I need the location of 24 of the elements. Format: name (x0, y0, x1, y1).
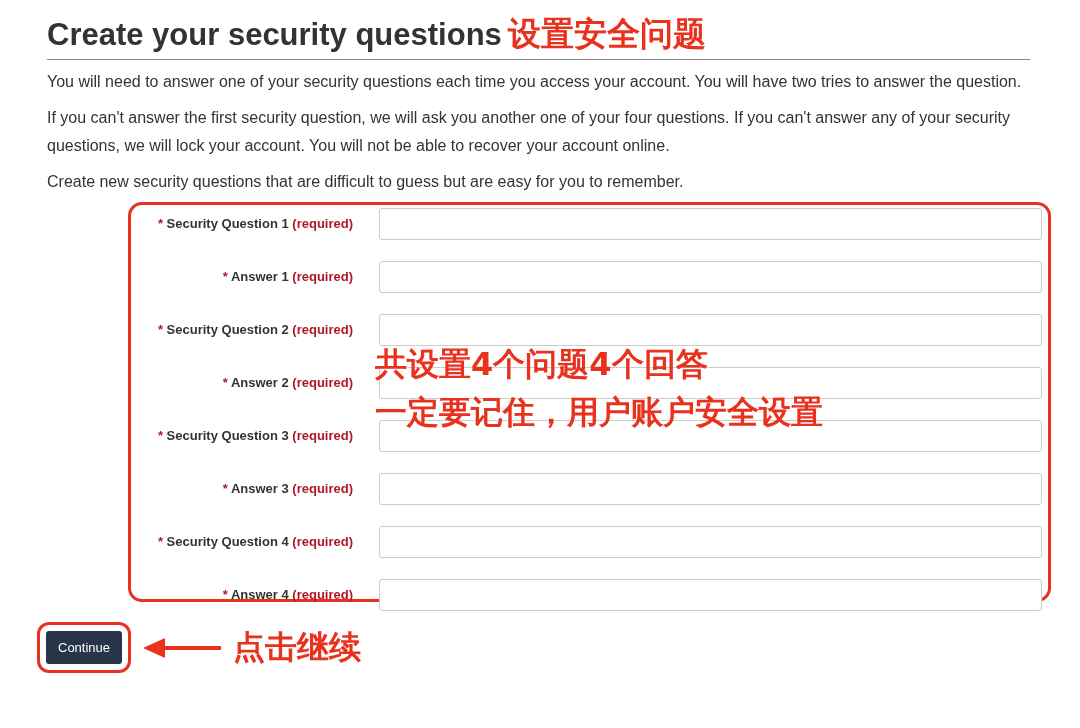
input-field[interactable] (379, 579, 1042, 611)
annotation-text: 点击继续 (233, 626, 362, 668)
field-label: * Security Question 2 (required) (156, 321, 353, 339)
annotation-text: 一定要记住，用户账户安全设置 (375, 392, 823, 433)
continue-button[interactable]: Continue (46, 631, 123, 664)
page-heading: Create your security questions (47, 17, 502, 53)
arrow-icon (143, 636, 222, 659)
instruction-text: If you can't answer the first security question, we will ask you another one of your four questions. If you can't answer any of your security questions, we will lock your account. You will not be able to recover your account online. (47, 108, 1012, 156)
field-label: * Answer 2 (required) (221, 374, 353, 392)
field-label: * Answer 3 (required) (221, 480, 353, 498)
input-field[interactable] (379, 473, 1042, 505)
input-field[interactable] (379, 261, 1042, 293)
field-label: * Answer 4 (required) (221, 586, 353, 604)
field-label: * Security Question 4 (required) (156, 533, 353, 551)
input-field[interactable] (379, 314, 1042, 346)
input-field[interactable] (379, 526, 1042, 558)
instruction-text: You will need to answer one of your security questions each time you access your account. You will have two tries to answer the question. (47, 72, 1023, 92)
annotation-text: 共设置4个问题4个回答 (375, 344, 709, 385)
input-field[interactable] (379, 208, 1042, 240)
annotation-text: 设置安全问题 (507, 13, 706, 55)
instruction-text: Create new security questions that are difficult to guess but are easy for you to remember. (47, 172, 685, 192)
field-label: * Security Question 3 (required) (156, 427, 353, 445)
field-label: * Security Question 1 (required) (156, 215, 353, 233)
field-label: * Answer 1 (required) (221, 268, 353, 286)
